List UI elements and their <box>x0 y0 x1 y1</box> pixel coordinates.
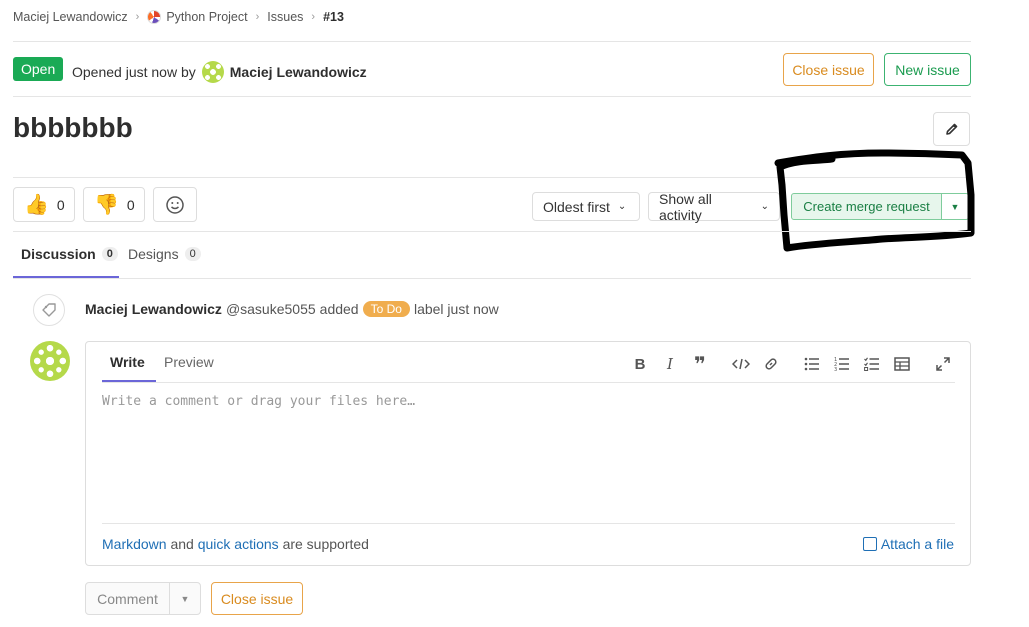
sort-label: Oldest first <box>543 198 610 215</box>
chevron-right-icon: › <box>311 11 316 23</box>
smiley-icon <box>166 195 184 214</box>
breadcrumb: Maciej Lewandowicz › Python Project › Is… <box>13 10 344 24</box>
pencil-icon <box>945 123 957 135</box>
markdown-hint: Markdown and quick actions are supported <box>102 536 369 552</box>
markdown-link[interactable]: Markdown <box>102 536 167 552</box>
tab-discussion[interactable]: Discussion 0 <box>21 246 118 262</box>
divider <box>13 96 971 97</box>
thumbs-up-icon: 👍 <box>24 194 49 216</box>
task-list-glyph <box>864 357 879 371</box>
current-user-avatar[interactable] <box>30 341 70 381</box>
issue-meta: Opened just now by Maciej Lewandowicz <box>72 61 367 83</box>
bold-icon[interactable]: B <box>630 354 650 374</box>
issue-title: bbbbbbb <box>13 112 133 143</box>
divider <box>13 41 971 42</box>
table-glyph <box>894 357 910 371</box>
quick-actions-link[interactable]: quick actions <box>198 536 279 552</box>
svg-text:3: 3 <box>834 367 837 371</box>
caret-down-icon: ▼ <box>950 201 960 212</box>
supported-text: are supported <box>282 536 369 552</box>
note-suffix: label just now <box>413 301 499 317</box>
thumbs-up-button[interactable]: 👍 0 <box>13 187 75 222</box>
merge-request-options-caret[interactable]: ▼ <box>941 193 969 220</box>
table-icon[interactable] <box>892 354 912 374</box>
chevron-down-icon: ⌄ <box>617 201 627 212</box>
divider <box>102 382 955 383</box>
comment-button[interactable]: Comment <box>85 582 170 615</box>
code-glyph <box>732 358 750 370</box>
tag-icon <box>42 303 56 317</box>
close-issue-button[interactable]: Close issue <box>783 53 874 86</box>
tab-discussion-count: 0 <box>101 247 118 261</box>
tab-designs[interactable]: Designs 0 <box>128 246 201 262</box>
thumbs-down-button[interactable]: 👎 0 <box>83 187 145 222</box>
quote-icon[interactable]: ❞ <box>690 354 710 376</box>
fullscreen-icon[interactable] <box>933 354 953 374</box>
link-glyph <box>765 358 777 370</box>
link-icon[interactable] <box>761 354 781 374</box>
divider <box>13 231 971 232</box>
note-username[interactable]: @sasuke5055 <box>226 301 316 317</box>
note-action: added <box>319 301 359 317</box>
thumbs-up-count: 0 <box>56 196 65 213</box>
thumbs-down-icon: 👎 <box>94 194 119 216</box>
task-list-icon[interactable] <box>862 354 882 374</box>
chevron-down-icon: ⌄ <box>760 201 769 212</box>
new-issue-button[interactable]: New issue <box>884 53 971 86</box>
caret-down-icon: ▼ <box>180 593 190 604</box>
activity-filter-dropdown[interactable]: Show all activity ⌄ <box>648 190 780 223</box>
project-icon <box>147 10 162 24</box>
comment-form: Write Preview B I ❞ 123 Markdown and qui… <box>85 341 971 566</box>
attach-file-label: Attach a file <box>880 536 954 552</box>
tab-designs-count: 0 <box>184 247 201 261</box>
close-issue-footer-button[interactable]: Close issue <box>211 582 303 615</box>
and-text: and <box>170 536 194 552</box>
divider <box>13 177 971 178</box>
edit-title-button[interactable] <box>933 112 970 146</box>
avatar[interactable] <box>201 61 224 83</box>
tab-write[interactable]: Write <box>110 354 145 370</box>
activity-filter-label: Show all activity <box>659 190 712 223</box>
create-merge-request-button[interactable]: Create merge request <box>791 193 942 220</box>
system-note: Maciej Lewandowicz @sasuke5055 added To … <box>85 301 499 317</box>
author-link[interactable]: Maciej Lewandowicz <box>230 64 367 80</box>
tab-preview[interactable]: Preview <box>164 354 214 370</box>
add-reaction-button[interactable] <box>153 187 197 222</box>
tab-discussion-label: Discussion <box>21 246 96 262</box>
comment-options-caret[interactable]: ▼ <box>169 582 201 615</box>
divider <box>102 523 955 524</box>
chevron-right-icon: › <box>135 11 140 23</box>
breadcrumb-user[interactable]: Maciej Lewandowicz <box>13 10 128 24</box>
status-badge: Open <box>13 57 64 81</box>
breadcrumb-current[interactable]: #13 <box>323 10 344 24</box>
bullet-list-icon[interactable] <box>802 354 822 374</box>
opened-text: Opened just now by <box>72 64 196 80</box>
numbered-list-glyph: 123 <box>834 357 849 371</box>
sort-dropdown[interactable]: Oldest first ⌄ <box>532 192 640 221</box>
chevron-right-icon: › <box>255 11 260 23</box>
comment-textarea[interactable] <box>102 394 955 514</box>
label-note-icon <box>33 294 65 326</box>
breadcrumb-project[interactable]: Python Project <box>166 10 247 24</box>
breadcrumb-issues[interactable]: Issues <box>267 10 303 24</box>
attach-file-button[interactable]: Attach a file <box>862 536 954 552</box>
image-icon <box>862 537 877 551</box>
italic-icon[interactable]: I <box>660 354 680 374</box>
todo-label-badge[interactable]: To Do <box>362 301 410 317</box>
tab-designs-label: Designs <box>128 246 179 262</box>
thumbs-down-count: 0 <box>126 196 135 213</box>
divider <box>13 278 971 279</box>
note-author[interactable]: Maciej Lewandowicz <box>85 301 222 317</box>
bullet-list-glyph <box>804 357 819 371</box>
numbered-list-icon[interactable]: 123 <box>832 354 852 374</box>
code-icon[interactable] <box>731 354 751 374</box>
fullscreen-glyph <box>936 357 950 371</box>
